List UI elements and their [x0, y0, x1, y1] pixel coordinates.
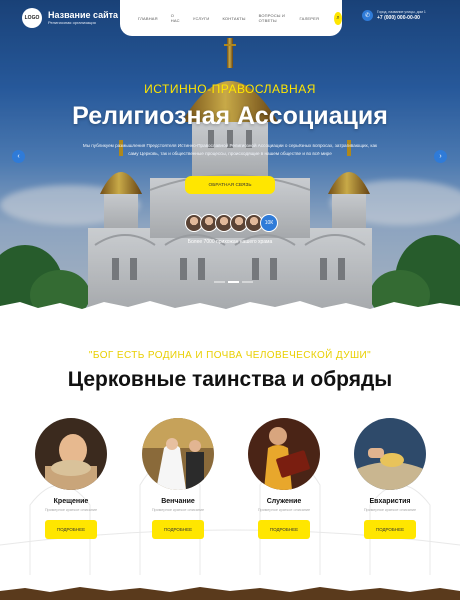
hero-section: LOGO Название сайта Религиозная организа… [0, 0, 460, 312]
search-icon[interactable]: ⌕ [334, 11, 342, 25]
card-title: Венчание [161, 498, 195, 505]
more-button[interactable]: ПОДРОБНЕЕ [258, 520, 310, 539]
torn-edge-divider [0, 301, 460, 320]
more-button[interactable]: ПОДРОБНЕЕ [152, 520, 204, 539]
nav-item-gallery[interactable]: ГАЛЕРЕЯ [300, 16, 320, 21]
card-title: Евхаристия [369, 498, 411, 505]
baptism-photo [35, 418, 107, 490]
hero-kicker: ИСТИННО-ПРАВОСЛАВНАЯ [144, 82, 316, 96]
card-description: Примерное краткое описание [363, 508, 417, 512]
site-name: Название сайта [48, 10, 119, 20]
hero-title: Религиозная Ассоциация [72, 102, 388, 130]
nav-item-contacts[interactable]: КОНТАКТЫ [222, 16, 245, 21]
card-description: Примерное краткое описание [257, 508, 311, 512]
nav-item-about[interactable]: О НАС [171, 13, 180, 23]
card-title: Крещение [53, 498, 89, 505]
nav-item-services[interactable]: УСЛУГИ [193, 16, 210, 21]
slider-dot-active[interactable] [228, 281, 239, 283]
eucharist-photo [354, 418, 426, 490]
section-quote: "БОГ ЕСТЬ РОДИНА И ПОЧВА ЧЕЛОВЕЧЕСКОЙ ДУ… [88, 350, 372, 361]
parishioner-stat: Более 7000 прихожан нашего храма [187, 239, 273, 245]
service-photo [248, 418, 320, 490]
more-button[interactable]: ПОДРОБНЕЕ [45, 520, 97, 539]
sacrament-card: Венчание Примерное краткое описание ПОДР… [138, 418, 218, 539]
card-title: Служение [266, 498, 302, 505]
phone-icon[interactable]: ✆ [362, 10, 373, 21]
section-title: Церковные таинства и обряды [67, 368, 393, 391]
card-description: Примерное краткое описание [44, 508, 98, 512]
nav-item-home[interactable]: ГЛАВНАЯ [138, 16, 158, 21]
hero-description: Мы публикуем размышления Предстоятеля Ис… [82, 143, 378, 156]
wedding-photo [142, 418, 214, 490]
parishioner-avatars: 10К [185, 214, 278, 232]
logo[interactable]: LOGO [22, 8, 42, 28]
slider-dot[interactable] [214, 281, 225, 283]
main-nav: ГЛАВНАЯ О НАС УСЛУГИ КОНТАКТЫ ВОПРОСЫ И … [120, 0, 342, 36]
nav-item-faq[interactable]: ВОПРОСЫ И ОТВЕТЫ [259, 13, 287, 23]
slider-dots [214, 281, 253, 283]
sacrament-card: Служение Примерное краткое описание ПОДР… [244, 418, 324, 539]
header-contact: ✆ Город, название улицы, дом 1 +7 (000) … [362, 10, 426, 21]
more-button[interactable]: ПОДРОБНЕЕ [364, 520, 416, 539]
arrow-right-icon[interactable]: › [434, 150, 447, 163]
feedback-button[interactable]: ОБРАТНАЯ СВЯЗЬ [185, 176, 275, 194]
phone-number[interactable]: +7 (000) 000-00-00 [377, 15, 426, 21]
bottom-torn-strip [0, 587, 460, 600]
avatar-count-badge: 10К [260, 214, 278, 232]
slider-dot[interactable] [242, 281, 253, 283]
arrow-left-icon[interactable]: ‹ [12, 150, 25, 163]
site-brand[interactable]: LOGO Название сайта Религиозная организа… [22, 8, 118, 28]
sacrament-card: Евхаристия Примерное краткое описание ПО… [350, 418, 430, 539]
card-description: Примерное краткое описание [151, 508, 205, 512]
sacrament-card: Крещение Примерное краткое описание ПОДР… [31, 418, 111, 539]
site-subtitle: Религиозная организация [48, 20, 96, 25]
